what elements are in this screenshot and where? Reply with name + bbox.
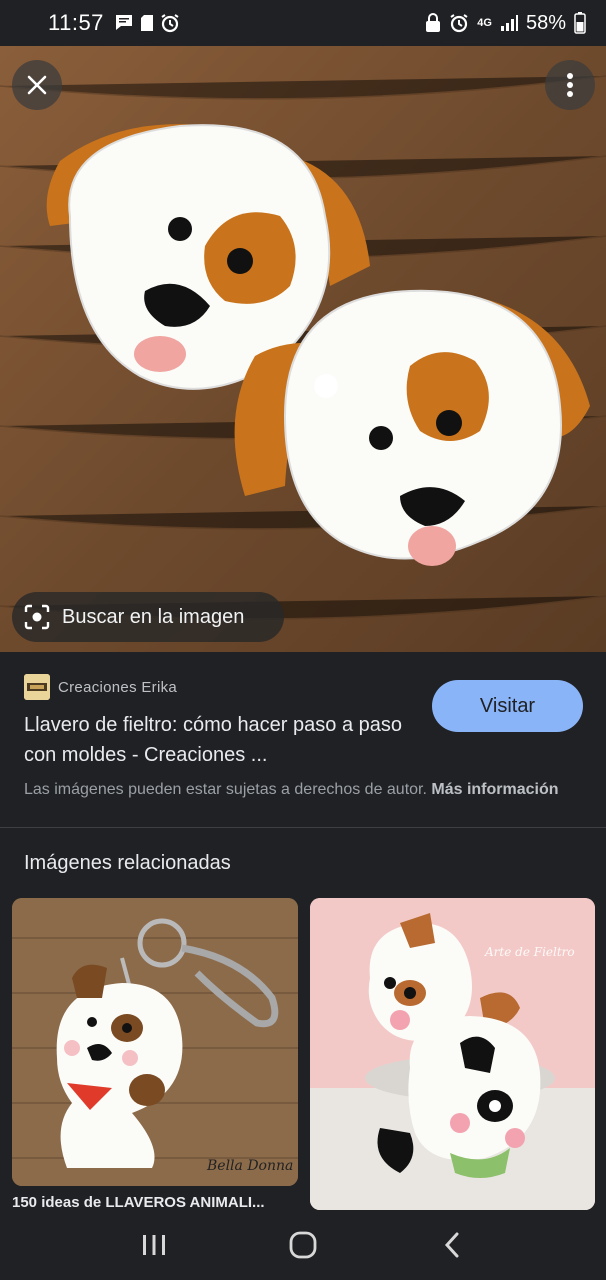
felt-dog-keychains-photo [0,46,606,652]
related-image-1-photo: Bella Donna [12,898,298,1186]
result-info-panel: Creaciones Erika Llavero de fieltro: cóm… [0,652,606,828]
visit-button[interactable]: Visitar [432,680,583,732]
related-image-2[interactable]: Arte de Fieltro [310,898,595,1210]
svg-text:Bella Donna: Bella Donna [206,1158,293,1174]
battery-percent: 58% [525,11,566,34]
home-icon [289,1231,317,1259]
more-info-link[interactable]: Más información [431,781,558,798]
image-hotspot-dot[interactable] [314,374,338,398]
battery-icon [574,12,586,34]
sd-card-icon [140,15,153,31]
more-vert-icon [567,73,573,97]
back-icon [444,1232,459,1258]
android-nav-bar [0,1210,606,1280]
search-in-image-label: Buscar en la imagen [62,605,245,628]
source-favicon-icon [24,674,50,700]
status-bar: 11:57 4G 58% [0,0,606,46]
source-name: Creaciones Erika [58,678,178,696]
copyright-text: Las imágenes pueden estar sujetas a dere… [24,781,427,798]
close-button[interactable] [12,60,62,110]
message-icon [115,15,132,30]
signal-icon [500,15,518,31]
result-title[interactable]: Llavero de fieltro: cómo hacer paso a pa… [24,710,424,770]
recent-apps-icon [143,1235,166,1255]
more-options-button[interactable] [545,60,595,110]
home-button[interactable] [273,1215,333,1275]
source-row[interactable]: Creaciones Erika [24,674,177,700]
main-image[interactable] [0,46,606,652]
svg-text:Arte de Fieltro: Arte de Fieltro [484,945,575,959]
lens-icon [24,604,50,630]
copyright-notice: Las imágenes pueden estar sujetas a dere… [24,778,584,802]
recent-apps-button[interactable] [124,1215,184,1275]
network-4g-icon: 4G [477,16,492,29]
search-in-image-button[interactable]: Buscar en la imagen [12,592,284,642]
related-image-2-photo: Arte de Fieltro [310,898,595,1210]
alarm-icon [161,14,179,33]
lock-icon [426,13,441,32]
related-image-1-caption[interactable]: 150 ideas de LLAVEROS ANIMALI... [12,1194,292,1211]
related-images-heading: Imágenes relacionadas [24,852,231,874]
alarm-icon [450,14,468,33]
close-icon [27,75,47,95]
status-time: 11:57 [48,10,104,35]
related-image-1[interactable]: Bella Donna [12,898,298,1186]
back-button[interactable] [422,1215,482,1275]
